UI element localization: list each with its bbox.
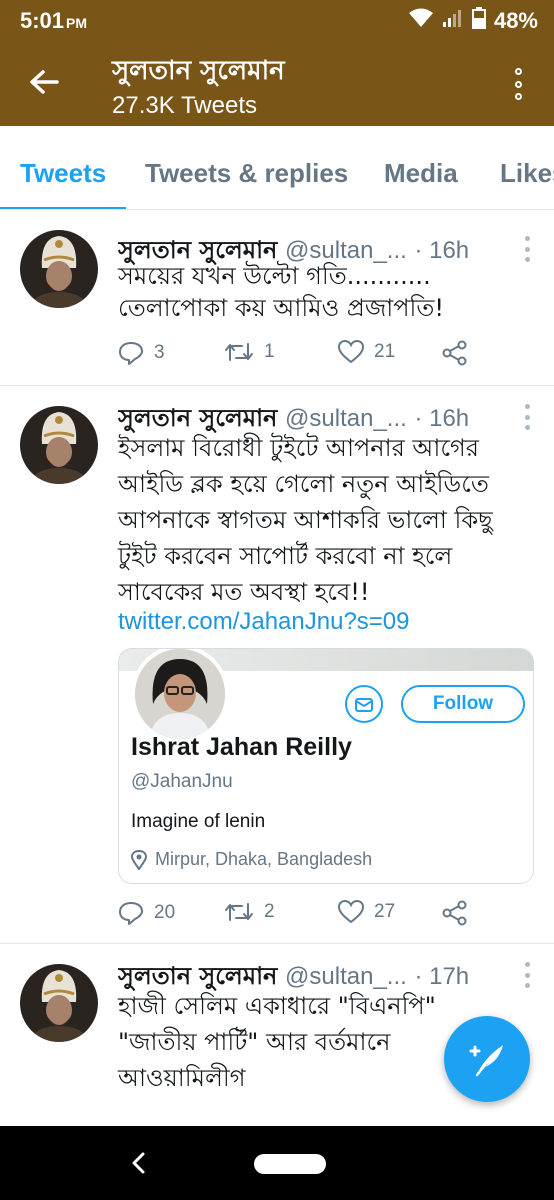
reply-button[interactable]: 20 [118, 900, 175, 926]
tweet-time: · 17h [414, 963, 470, 990]
tweet-author-handle: @sultan_... [285, 963, 407, 990]
tweet-text-line: ইসলাম বিরোধী টুইটে আপনার আগের [118, 434, 479, 462]
like-button[interactable]: 21 [338, 340, 395, 364]
like-button[interactable]: 27 [338, 900, 395, 924]
retweet-icon [225, 343, 253, 361]
share-icon [442, 340, 467, 366]
reply-count: 20 [154, 902, 176, 923]
location-icon [131, 849, 147, 870]
share-button[interactable] [442, 340, 468, 366]
reply-button[interactable]: 3 [118, 340, 165, 366]
tab-tweets[interactable]: Tweets [20, 158, 106, 189]
tweet-author-handle: @sultan_... [285, 405, 407, 432]
tab-likes[interactable]: Likes [500, 158, 554, 189]
retweet-count: 1 [264, 341, 275, 362]
status-time: 5:01 PM [20, 8, 88, 33]
tweet-text-line: তেলাপোকা কয় আমিও প্রজাপতি! [118, 294, 445, 322]
card-avatar [131, 649, 229, 743]
card-handle: @JahanJnu [131, 771, 233, 792]
profile-tabs: Tweets Tweets & replies Media Likes [0, 126, 554, 210]
compose-tweet-button[interactable] [444, 1016, 530, 1102]
compose-icon [469, 1045, 503, 1077]
reply-icon [119, 902, 143, 925]
share-icon [442, 900, 467, 926]
system-nav-bar [0, 1126, 554, 1200]
avatar[interactable] [20, 230, 98, 308]
tab-tweets-replies[interactable]: Tweets & replies [145, 158, 348, 189]
tweet-text-line: সময়ের যখন উল্টো গতি........... [118, 262, 431, 290]
tweet-actions: 20 2 27 [118, 900, 538, 930]
retweet-button[interactable]: 2 [224, 900, 275, 924]
tweet-time: · 16h [414, 405, 470, 432]
tab-media[interactable]: Media [384, 158, 458, 189]
tweet-author-name[interactable]: সুলতান সুলেমান [118, 962, 277, 990]
like-count: 21 [374, 341, 396, 362]
overflow-menu-icon[interactable] [508, 64, 528, 104]
tweet-text-line: সাবেকের মত অবস্থা হবে!! [118, 578, 370, 606]
profile-header: সুলতান সুলেমান 27.3K Tweets [0, 42, 554, 126]
status-icons: 48% [408, 7, 538, 35]
nav-home-pill[interactable] [254, 1154, 326, 1174]
card-name: Ishrat Jahan Reilly [131, 733, 352, 761]
status-ampm: PM [66, 15, 88, 31]
tweet-actions: 3 1 21 [118, 340, 538, 370]
message-button[interactable] [345, 685, 383, 723]
tweet[interactable]: সুলতান সুলেমান @sultan_... · 16h সময়ের … [0, 210, 554, 386]
tweet-options-icon[interactable] [522, 962, 532, 988]
page-title: সুলতান সুলেমান [112, 56, 285, 86]
tweet-author-name[interactable]: সুলতান সুলেমান [118, 404, 277, 432]
like-icon [338, 900, 364, 924]
tweet[interactable]: সুলতান সুলেমান @sultan_... · 16h ইসলাম ব… [0, 386, 554, 944]
tweet-text: সময়ের যখন উল্টো গতি........... তেলাপোকা… [118, 260, 538, 324]
battery-percent: 48% [493, 8, 538, 33]
profile-card[interactable]: Follow Ishrat Jahan Reilly @JahanJnu Ima… [118, 648, 534, 884]
retweet-icon [225, 903, 253, 921]
back-arrow-icon [30, 70, 59, 94]
status-bar: 5:01 PM 48% [0, 0, 554, 42]
card-bio: Imagine of lenin [131, 811, 266, 832]
tweet-count: 27.3K Tweets [112, 92, 257, 119]
like-icon [338, 340, 364, 364]
tweet-text-line: আইডি ব্লক হয়ে গেলো নতুন আইডিতে [118, 470, 489, 498]
tweet-text-line: আপনাকে স্বাগতম আশাকরি ভালো কিছু [118, 506, 493, 534]
card-location-text: Mirpur, Dhaka, Bangladesh [155, 849, 373, 869]
retweet-button[interactable]: 1 [224, 340, 275, 364]
tweet-options-icon[interactable] [522, 404, 532, 430]
follow-button[interactable]: Follow [401, 685, 525, 723]
message-icon [355, 698, 373, 712]
back-button[interactable] [26, 64, 62, 100]
reply-count: 3 [154, 342, 165, 363]
avatar[interactable] [20, 964, 98, 1042]
tweet-link[interactable]: twitter.com/JahanJnu?s=09 [118, 608, 410, 636]
nav-back-icon[interactable] [128, 1150, 148, 1176]
card-location: Mirpur, Dhaka, Bangladesh [131, 849, 372, 870]
signal-icon [442, 8, 464, 34]
retweet-count: 2 [264, 901, 275, 922]
battery-icon [471, 7, 486, 35]
app-bar: 5:01 PM 48% সুলতান সুলেমান 27.3K Tweets [0, 0, 554, 126]
like-count: 27 [374, 901, 396, 922]
reply-icon [119, 342, 143, 365]
avatar[interactable] [20, 406, 98, 484]
tweet-options-icon[interactable] [522, 236, 532, 262]
tweet-text: ইসলাম বিরোধী টুইটে আপনার আগের আইডি ব্লক … [118, 430, 538, 610]
share-button[interactable] [442, 900, 468, 926]
tweet-text-line: টুইট করবেন সাপোর্ট করবো না হলে [118, 542, 453, 570]
wifi-icon [408, 8, 434, 34]
